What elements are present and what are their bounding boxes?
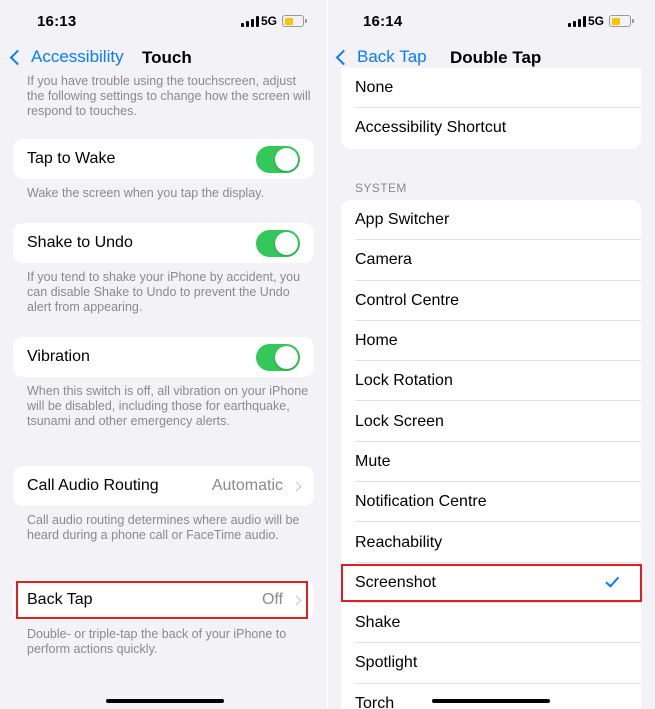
option-camera[interactable]: Camera: [341, 240, 641, 281]
back-tap-note: Double- or triple-tap the back of your i…: [27, 627, 287, 656]
touch-settings-screen: 16:13 5G Accessibility Touch If you have…: [0, 0, 327, 709]
tap-to-wake-toggle[interactable]: [256, 145, 300, 173]
tap-to-wake-cell: Tap to Wake: [13, 139, 314, 179]
network-label: 5G: [588, 14, 605, 28]
vibration-label: Vibration: [27, 348, 90, 365]
intro-note: If you have trouble using the touchscree…: [27, 74, 311, 118]
nav-bar: Accessibility Touch: [0, 44, 327, 72]
shake-to-undo-toggle[interactable]: [256, 229, 300, 257]
option-shake[interactable]: Shake: [341, 603, 641, 644]
back-label: Back Tap: [357, 47, 427, 66]
option-app-switcher[interactable]: App Switcher: [341, 200, 641, 241]
chevron-left-icon: [9, 49, 26, 65]
home-indicator: [106, 699, 224, 703]
double-tap-screen: 16:14 5G Back Tap Double Tap None Access…: [328, 0, 655, 709]
network-label: 5G: [261, 14, 278, 28]
option-spotlight[interactable]: Spotlight: [341, 643, 641, 684]
option-none[interactable]: None: [341, 68, 641, 109]
shake-to-undo-note: If you tend to shake your iPhone by acci…: [27, 270, 301, 314]
call-audio-routing-value: Automatic: [211, 477, 283, 494]
option-torch[interactable]: Torch: [341, 684, 641, 709]
back-tap-highlight: [16, 581, 308, 619]
back-button[interactable]: Back Tap: [335, 47, 427, 67]
back-label: Accessibility: [31, 47, 124, 66]
back-button[interactable]: Accessibility: [9, 47, 124, 67]
top-options-list: None Accessibility Shortcut: [341, 68, 641, 149]
shake-to-undo-cell: Shake to Undo: [13, 223, 314, 263]
option-home[interactable]: Home: [341, 321, 641, 362]
chevron-left-icon: [335, 49, 352, 65]
shake-to-undo-label: Shake to Undo: [27, 234, 133, 251]
status-time: 16:14: [363, 13, 403, 30]
signal-icon: [568, 16, 586, 27]
option-notification-centre[interactable]: Notification Centre: [341, 482, 641, 523]
call-audio-routing-label: Call Audio Routing: [27, 477, 159, 494]
option-accessibility-shortcut[interactable]: Accessibility Shortcut: [341, 108, 641, 148]
option-control-centre[interactable]: Control Centre: [341, 281, 641, 322]
chevron-right-icon: [291, 481, 302, 491]
option-reachability[interactable]: Reachability: [341, 522, 641, 563]
system-options-list: App Switcher Camera Control Centre Home …: [341, 200, 641, 709]
tap-to-wake-note: Wake the screen when you tap the display…: [27, 186, 264, 200]
status-bar: 16:13 5G: [0, 0, 327, 44]
option-mute[interactable]: Mute: [341, 442, 641, 483]
status-time: 16:13: [37, 13, 77, 30]
page-title: Touch: [142, 48, 192, 67]
status-bar: 16:14 5G: [328, 0, 655, 44]
option-lock-rotation[interactable]: Lock Rotation: [341, 361, 641, 402]
home-indicator: [432, 699, 550, 703]
vibration-cell: Vibration: [13, 337, 314, 377]
vibration-toggle[interactable]: [256, 343, 300, 371]
signal-icon: [241, 16, 259, 27]
option-lock-screen[interactable]: Lock Screen: [341, 401, 641, 443]
section-header-system: SYSTEM: [355, 181, 407, 195]
vibration-note: When this switch is off, all vibration o…: [27, 384, 309, 428]
call-audio-routing-cell[interactable]: Call Audio Routing Automatic: [13, 466, 314, 506]
battery-icon: [282, 15, 307, 27]
screenshot-highlight: [341, 564, 642, 602]
battery-icon: [609, 15, 634, 27]
call-audio-routing-note: Call audio routing determines where audi…: [27, 513, 300, 542]
page-title: Double Tap: [450, 48, 542, 67]
tap-to-wake-label: Tap to Wake: [27, 150, 116, 167]
